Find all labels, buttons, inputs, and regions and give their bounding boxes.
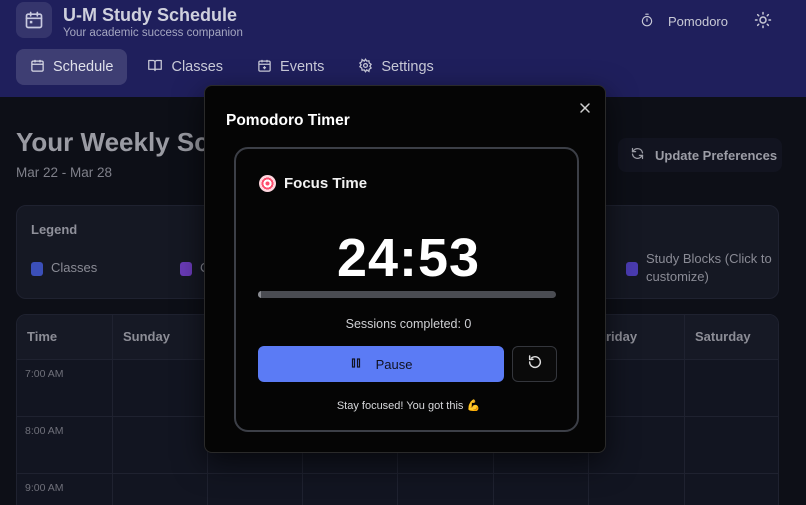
tab-events[interactable]: Events — [243, 49, 338, 85]
legend-item-classes: Classes — [31, 260, 97, 276]
timer-progress-bar — [258, 291, 556, 298]
app-subtitle: Your academic success companion — [63, 27, 243, 39]
page-title: Your Weekly Sc — [16, 127, 209, 157]
grid-divider — [17, 473, 778, 474]
calendar-icon — [16, 2, 52, 38]
time-label: 8:00 AM — [25, 425, 64, 437]
tab-label: Settings — [381, 59, 434, 75]
timer-progress-fill — [258, 291, 261, 298]
legend-swatch — [626, 262, 638, 276]
book-open-icon — [147, 58, 163, 77]
calendar-icon — [30, 58, 45, 77]
mode-label: Focus Time — [284, 175, 368, 192]
tab-label: Classes — [171, 59, 224, 75]
sessions-completed: Sessions completed: 0 — [345, 317, 472, 331]
grid-divider — [112, 315, 113, 505]
tab-schedule[interactable]: Schedule — [16, 49, 128, 85]
gear-icon — [358, 57, 373, 77]
time-column-header: Time — [27, 329, 58, 344]
legend-swatch — [31, 262, 43, 276]
sun-icon[interactable] — [754, 11, 772, 34]
timer-display: 24:53 — [336, 228, 481, 288]
target-icon — [259, 175, 276, 192]
modal-title: Pomodoro Timer — [226, 112, 350, 129]
pomodoro-modal: Pomodoro Timer Focus Time 24:53 Sessions… — [204, 85, 606, 453]
grid-divider — [684, 315, 685, 505]
time-label: 9:00 AM — [25, 482, 64, 494]
day-header-saturday: Saturday — [695, 329, 751, 344]
day-header-friday: riday — [606, 329, 638, 344]
pomodoro-button[interactable]: Pomodoro — [640, 10, 728, 32]
pomodoro-label: Pomodoro — [668, 13, 728, 29]
reset-icon — [527, 354, 543, 375]
encouragement-text: Stay focused! You got this 💪 — [336, 400, 481, 412]
timer-card: Focus Time 24:53 Sessions completed: 0 P… — [234, 147, 579, 432]
calendar-plus-icon — [257, 58, 272, 77]
mode-row: Focus Time — [259, 175, 367, 192]
date-range: Mar 22 - Mar 28 — [16, 165, 113, 180]
legend-title: Legend — [31, 222, 78, 237]
stopwatch-icon — [640, 13, 654, 30]
day-header-sunday: Sunday — [123, 329, 170, 344]
tab-label: Events — [280, 59, 325, 75]
update-preferences-label: Update Preferences — [655, 147, 778, 163]
legend-label: Study Blocks (Click to customize) — [646, 251, 772, 284]
pause-label: Pause — [375, 356, 413, 372]
tab-label: Schedule — [53, 59, 114, 75]
refresh-icon — [630, 146, 645, 164]
app-header: U-M Study Schedule Your academic success… — [0, 0, 806, 97]
legend-item-study-blocks[interactable]: Study Blocks (Click to customize) — [626, 250, 776, 286]
main-nav: Schedule Classes Events Settings — [16, 49, 454, 85]
update-preferences-button[interactable]: Update Preferences — [618, 138, 782, 172]
pause-icon — [350, 357, 362, 372]
legend-swatch — [180, 262, 192, 276]
tab-classes[interactable]: Classes — [133, 49, 237, 85]
pause-button[interactable]: Pause — [258, 346, 504, 382]
time-label: 7:00 AM — [25, 368, 64, 380]
reset-button[interactable] — [512, 346, 557, 382]
legend-label: Classes — [51, 260, 98, 275]
app-title: U-M Study Schedule — [63, 5, 238, 25]
tab-settings[interactable]: Settings — [344, 49, 447, 85]
close-icon[interactable] — [577, 100, 593, 116]
